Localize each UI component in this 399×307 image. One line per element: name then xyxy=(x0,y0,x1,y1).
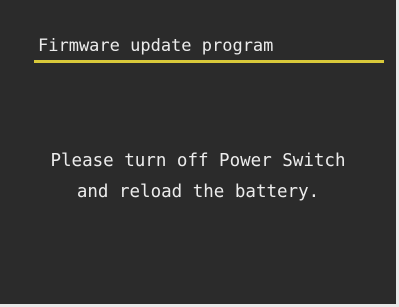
title-underline xyxy=(34,60,384,63)
firmware-update-screen: Firmware update program Please turn off … xyxy=(0,0,399,307)
screen-title: Firmware update program xyxy=(38,36,274,56)
instruction-message: Please turn off Power Switch and reload … xyxy=(0,146,396,208)
instruction-line-1: Please turn off Power Switch xyxy=(50,151,346,171)
instruction-line-2: and reload the battery. xyxy=(76,182,320,202)
